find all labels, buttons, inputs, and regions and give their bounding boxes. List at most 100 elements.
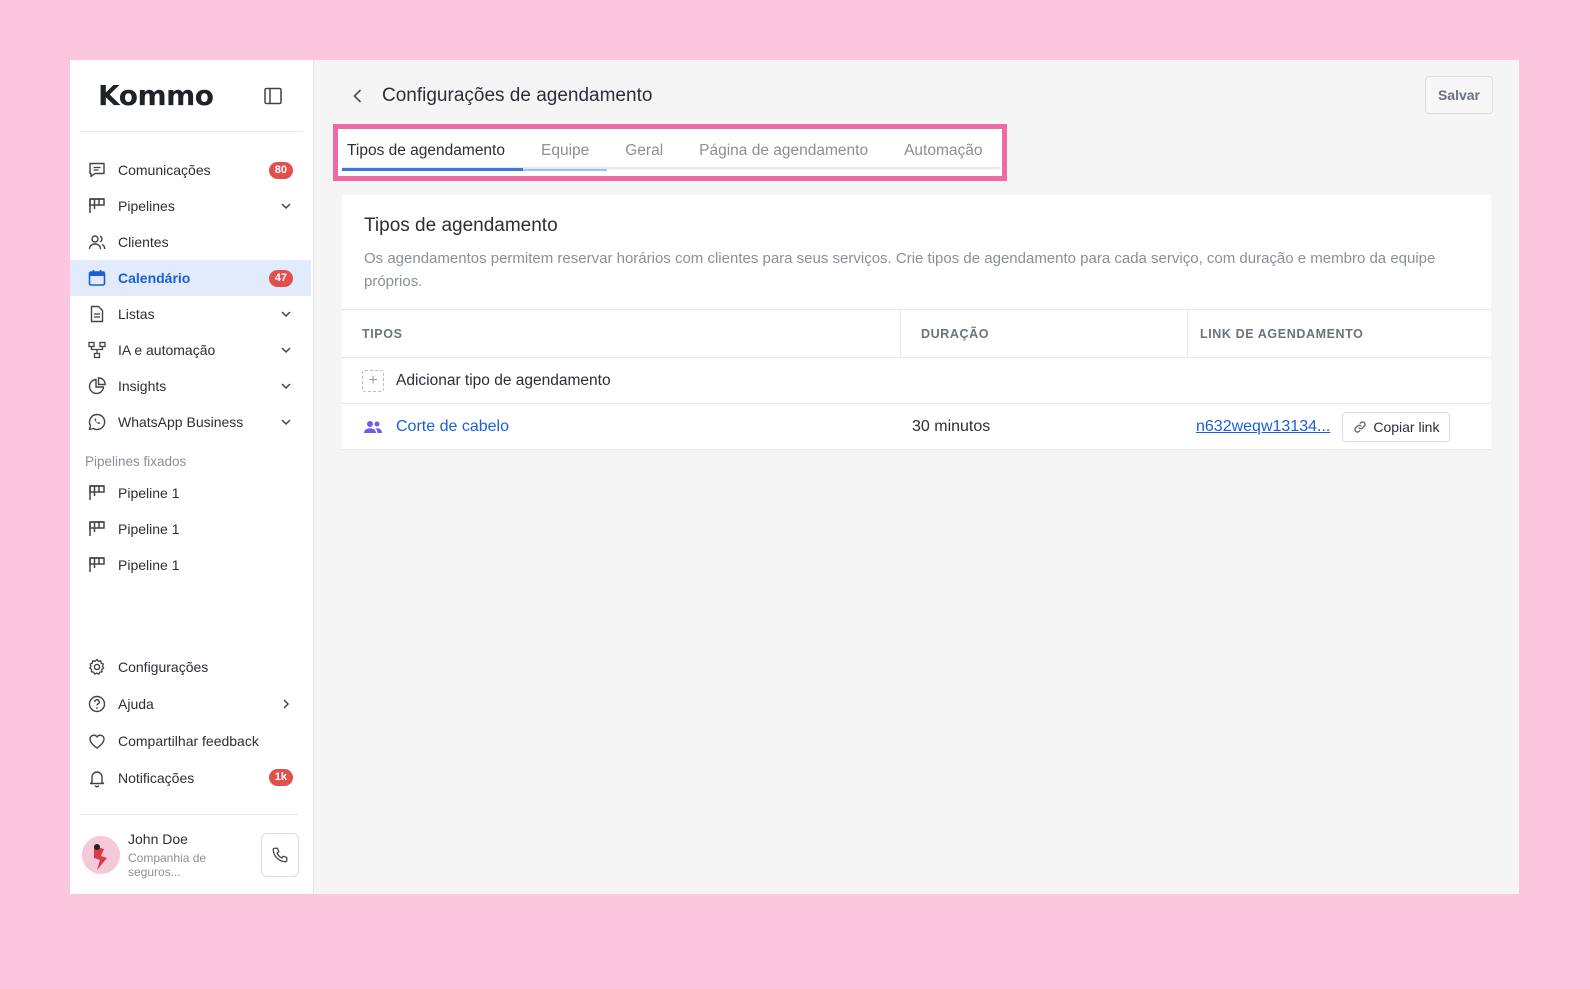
sidebar-item-label: Pipelines xyxy=(118,198,175,214)
user-name: John Doe xyxy=(128,830,188,847)
copy-link-label: Copiar link xyxy=(1373,418,1440,435)
sidebar-item-feedback[interactable]: Compartilhar feedback xyxy=(70,722,311,759)
sidebar-item-whatsapp[interactable]: WhatsApp Business xyxy=(70,404,311,440)
phone-button[interactable] xyxy=(261,832,299,877)
add-booking-type-label[interactable]: Adicionar tipo de agendamento xyxy=(396,372,611,390)
sidebar-item-pipelines[interactable]: Pipelines xyxy=(70,188,311,224)
sidebar-item-label: Ajuda xyxy=(118,695,154,712)
sidebar-item-label: Notificações xyxy=(118,769,195,786)
card-header: Tipos de agendamento Os agendamentos per… xyxy=(342,195,1491,310)
avatar[interactable] xyxy=(82,835,120,874)
whatsapp-icon xyxy=(86,411,108,433)
card-description: Os agendamentos permitem reservar horári… xyxy=(364,250,1436,290)
pipeline-icon xyxy=(86,518,108,540)
sidebar-item-label: Pipeline 1 xyxy=(118,521,180,537)
chevron-down-icon[interactable] xyxy=(279,307,293,321)
back-arrow-icon[interactable] xyxy=(348,86,368,106)
pipeline-icon xyxy=(86,482,108,504)
main-nav: Comunicações 80 Pipelines Clientes Calen… xyxy=(70,132,313,583)
kommo-logo[interactable]: Kommo xyxy=(98,79,214,112)
sidebar-item-pinned-pipeline[interactable]: Pipeline 1 xyxy=(70,475,311,511)
sidebar-toggle-icon[interactable] xyxy=(263,86,283,106)
booking-types-card: Tipos de agendamento Os agendamentos per… xyxy=(342,195,1491,450)
page-header: Configurações de agendamento Salvar xyxy=(314,60,1519,132)
chevron-down-icon[interactable] xyxy=(279,415,293,429)
pinned-pipelines-heading: Pipelines fixados xyxy=(85,454,187,469)
sidebar-item-label: Configurações xyxy=(118,658,209,675)
user-company: Companhia de seguros... xyxy=(128,850,207,879)
user-info: John Doe Companhia de seguros... xyxy=(128,831,261,879)
column-header-tipos: TIPOS xyxy=(342,310,901,357)
sidebar-item-label: Listas xyxy=(118,306,155,322)
plus-icon[interactable]: + xyxy=(362,369,384,392)
chat-icon xyxy=(86,159,108,181)
save-button[interactable]: Salvar xyxy=(1425,76,1493,114)
sidebar-item-calendario[interactable]: Calendário 47 xyxy=(70,260,311,296)
tab-tipos-de-agendamento[interactable]: Tipos de agendamento xyxy=(342,132,523,171)
sidebar-item-label: IA e automação xyxy=(118,342,216,358)
column-header-link: LINK DE AGENDAMENTO xyxy=(1200,326,1364,341)
phone-icon xyxy=(272,847,288,862)
type-cell: Corte de cabelo xyxy=(342,418,901,436)
card-title: Tipos de agendamento xyxy=(364,215,558,236)
chevron-down-icon[interactable] xyxy=(279,199,293,213)
sidebar-bottom-nav: Configurações Ajuda Compartilhar feedbac… xyxy=(70,648,313,796)
chevron-right-icon[interactable] xyxy=(279,697,293,711)
main-content: Configurações de agendamento Salvar Tipo… xyxy=(314,60,1519,894)
sidebar-item-ajuda[interactable]: Ajuda xyxy=(70,685,311,722)
table-header: TIPOS DURAÇÃO LINK DE AGENDAMENTO xyxy=(342,310,1491,358)
booking-link[interactable]: n632weqw13134... xyxy=(1196,418,1330,436)
notification-badge: 1k xyxy=(268,769,293,786)
tab-automacao[interactable]: Automação xyxy=(886,132,1000,169)
link-cell: n632weqw13134... Copiar link xyxy=(1188,411,1491,442)
sidebar-item-label: Calendário xyxy=(118,270,191,286)
sidebar-item-label: Pipeline 1 xyxy=(118,557,180,573)
booking-type-name[interactable]: Corte de cabelo xyxy=(396,418,509,436)
pipeline-icon xyxy=(86,554,108,576)
copy-link-button[interactable]: Copiar link xyxy=(1342,411,1451,442)
duration-cell: 30 minutos xyxy=(912,417,991,435)
column-header-duracao: DURAÇÃO xyxy=(901,310,1188,357)
sidebar-item-label: Clientes xyxy=(118,234,169,250)
sidebar-item-pinned-pipeline[interactable]: Pipeline 1 xyxy=(70,547,311,583)
users-icon xyxy=(86,231,108,253)
document-icon xyxy=(86,303,108,325)
settings-tabs: Tipos de agendamento Equipe Geral Página… xyxy=(342,132,1001,171)
app-window: Kommo Comunicações 80 Pipelines Clientes… xyxy=(70,60,1519,894)
sidebar-item-label: Pipeline 1 xyxy=(118,485,180,501)
sidebar-item-pinned-pipeline[interactable]: Pipeline 1 xyxy=(70,511,311,547)
chevron-down-icon[interactable] xyxy=(279,343,293,357)
sidebar-item-insights[interactable]: Insights xyxy=(70,368,311,404)
chevron-down-icon[interactable] xyxy=(279,379,293,393)
team-icon xyxy=(364,420,382,433)
unread-badge: 80 xyxy=(268,161,293,179)
sidebar-item-label: Insights xyxy=(118,378,167,394)
sidebar-item-ia-automacao[interactable]: IA e automação xyxy=(70,332,311,368)
pipeline-icon xyxy=(86,195,108,217)
help-icon xyxy=(86,693,108,715)
logo-row: Kommo xyxy=(80,60,303,132)
tab-pagina-de-agendamento[interactable]: Página de agendamento xyxy=(681,132,886,169)
sidebar-item-label: WhatsApp Business xyxy=(118,414,244,430)
add-booking-type-row[interactable]: + Adicionar tipo de agendamento xyxy=(342,358,1491,404)
link-icon xyxy=(1354,420,1366,433)
tab-equipe[interactable]: Equipe xyxy=(522,132,608,171)
sidebar-item-clientes[interactable]: Clientes xyxy=(70,224,311,260)
sidebar-item-label: Compartilhar feedback xyxy=(118,732,259,749)
page-title: Configurações de agendamento xyxy=(382,85,653,106)
sidebar-item-comunicacoes[interactable]: Comunicações 80 xyxy=(70,152,311,188)
bell-icon xyxy=(86,767,108,789)
automation-icon xyxy=(86,339,108,361)
sidebar: Kommo Comunicações 80 Pipelines Clientes… xyxy=(70,60,314,894)
sidebar-item-configuracoes[interactable]: Configurações xyxy=(70,648,311,685)
unread-badge: 47 xyxy=(268,269,293,287)
calendar-icon xyxy=(86,267,108,289)
gear-icon xyxy=(86,656,108,678)
pie-chart-icon xyxy=(86,375,108,397)
user-profile[interactable]: John Doe Companhia de seguros... xyxy=(80,814,299,894)
sidebar-item-listas[interactable]: Listas xyxy=(70,296,311,332)
table-row[interactable]: Corte de cabelo 30 minutos n632weqw13134… xyxy=(342,404,1491,450)
sidebar-item-notificacoes[interactable]: Notificações 1k xyxy=(70,759,311,796)
sidebar-item-label: Comunicações xyxy=(118,162,211,178)
tab-geral[interactable]: Geral xyxy=(607,132,681,169)
